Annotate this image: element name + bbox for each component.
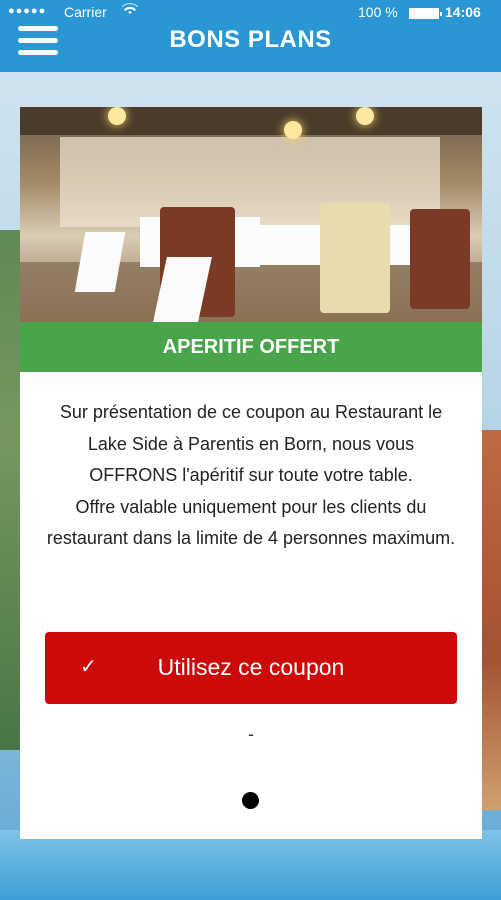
signal-dots: ●●●●● <box>8 5 47 17</box>
carrier-label: Carrier <box>64 4 107 20</box>
description-paragraph: Sur présentation de ce coupon au Restaur… <box>59 402 443 485</box>
use-coupon-label: Utilisez ce coupon <box>157 654 345 680</box>
background-pool <box>0 830 501 900</box>
offer-description: Sur présentation de ce coupon au Restaur… <box>42 397 460 555</box>
wifi-icon <box>122 2 138 19</box>
restaurant-photo <box>20 107 482 322</box>
description-paragraph: Offre valable uniquement pour les client… <box>46 496 456 549</box>
separator: - <box>248 724 254 744</box>
top-bar: ●●●●● Carrier 100 % 14:06 BONS PLANS <box>0 0 501 72</box>
offer-card: APERITIF OFFERT Sur présentation de ce c… <box>20 107 482 839</box>
page-title: BONS PLANS <box>169 26 332 53</box>
battery-percent: 100 % <box>358 4 398 20</box>
offer-banner: APERITIF OFFERT <box>20 322 482 372</box>
use-coupon-button[interactable]: ✓ Utilisez ce coupon <box>45 632 457 704</box>
battery-icon <box>409 8 442 19</box>
page-indicator-dot[interactable] <box>242 792 259 809</box>
status-bar: ●●●●● Carrier 100 % 14:06 <box>0 0 501 24</box>
clock: 14:06 <box>445 4 481 20</box>
